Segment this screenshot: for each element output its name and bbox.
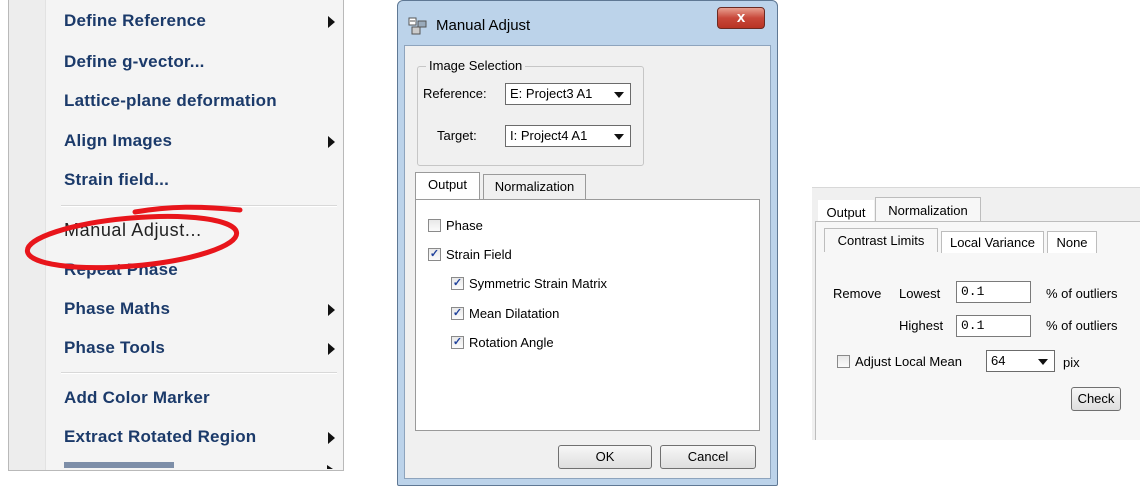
menu-separator [61,205,337,207]
normalization-panel: Output Normalization Contrast Limits Loc… [812,187,1140,440]
menu-item-cut-off [64,462,174,468]
cancel-button[interactable]: Cancel [660,445,756,469]
checkmark-icon: ✓ [428,248,441,261]
output-tab-panel: Phase ✓ Strain Field ✓ Symmetric Strain … [415,199,760,431]
tab-normalization[interactable]: Normalization [875,197,981,223]
menu-item-label: Phase Maths [64,299,171,318]
checkmark-icon: ✓ [451,336,464,349]
menu-icon-gutter [9,0,46,470]
highest-label: Highest [899,318,944,333]
lowest-label: Lowest [899,286,941,301]
tab-contrast-limits[interactable]: Contrast Limits [824,228,938,252]
menu-item-define-reference[interactable]: Define Reference [64,6,343,36]
checkmark-icon: ✓ [451,277,464,290]
pix-label: pix [1063,355,1080,370]
manual-adjust-dialog: Manual Adjust x Image Selection Referenc… [397,0,778,486]
checkbox-box [837,355,850,368]
checkbox-label: Phase [446,218,483,233]
tab-output[interactable]: Output [415,172,480,199]
submenu-arrow-icon [328,304,335,316]
menu-item-label: Lattice-plane deformation [64,91,277,110]
menu-item-label: Define g-vector... [64,52,205,71]
menu-item-extract-rotated-region[interactable]: Extract Rotated Region [64,422,343,452]
panel-top-border [812,187,1140,188]
dialog-titlebar[interactable]: Manual Adjust x [398,1,777,45]
menu-item-phase-maths[interactable]: Phase Maths [64,294,343,324]
menu-item-label: Align Images [64,131,173,150]
menu-item-define-g-vector[interactable]: Define g-vector... [64,47,343,77]
app-icon [408,17,427,35]
menu-item-align-images[interactable]: Align Images [64,126,343,156]
target-value: I: Project4 A1 [510,128,588,143]
context-menu: Define Reference Define g-vector... Latt… [8,0,344,471]
checkbox-label: Rotation Angle [469,335,554,350]
menu-item-label: Manual Adjust... [64,220,202,240]
check-button[interactable]: Check [1071,387,1121,411]
dialog-title: Manual Adjust [436,17,531,34]
menu-item-label: Repeat Phase [64,260,178,279]
tab-normalization[interactable]: Normalization [483,174,586,199]
local-mean-value: 64 [991,353,1006,368]
remove-label: Remove [833,286,882,301]
target-select[interactable]: I: Project4 A1 [505,125,631,147]
reference-label: Reference: [423,86,487,101]
chevron-down-icon [1038,359,1048,365]
submenu-arrow-icon [327,465,333,469]
normalization-tab-panel: Contrast Limits Local Variance None Remo… [815,221,1140,440]
menu-item-label: Strain field... [64,170,170,189]
chevron-down-icon [614,92,624,98]
group-legend: Image Selection [426,58,526,73]
checkbox-label: Adjust Local Mean [855,354,962,369]
menu-item-lattice-plane-deformation[interactable]: Lattice-plane deformation [64,86,343,116]
menu-item-repeat-phase[interactable]: Repeat Phase [64,255,343,285]
tab-none[interactable]: None [1047,231,1097,253]
menu-item-add-color-marker[interactable]: Add Color Marker [64,383,343,413]
menu-item-label: Define Reference [64,11,207,30]
submenu-arrow-icon [328,16,335,28]
menu-item-label: Phase Tools [64,338,166,357]
checkbox-label: Strain Field [446,247,512,262]
submenu-arrow-icon [328,343,335,355]
image-selection-group: Image Selection Reference: E: Project3 A… [417,58,644,166]
checkmark-icon: ✓ [451,307,464,320]
close-icon[interactable]: x [717,7,765,29]
lowest-input[interactable]: 0.1 [956,281,1031,303]
menu-item-phase-tools[interactable]: Phase Tools [64,333,343,363]
reference-select[interactable]: E: Project3 A1 [505,83,631,105]
submenu-arrow-icon [328,136,335,148]
menu-separator [61,372,337,374]
checkbox-box [428,219,441,232]
menu-item-manual-adjust[interactable]: Manual Adjust... [64,215,343,245]
highest-input[interactable]: 0.1 [956,315,1031,337]
menu-item-strain-field[interactable]: Strain field... [64,165,343,195]
reference-value: E: Project3 A1 [510,86,593,101]
outliers-label: % of outliers [1046,318,1118,333]
tab-local-variance[interactable]: Local Variance [941,231,1044,253]
chevron-down-icon [614,134,624,140]
checkbox-label: Mean Dilatation [469,306,560,321]
menu-item-label: Extract Rotated Region [64,427,257,446]
local-mean-select[interactable]: 64 [986,350,1055,372]
submenu-arrow-icon [328,432,335,444]
menu-item-label: Add Color Marker [64,388,210,407]
target-label: Target: [437,128,477,143]
checkbox-label: Symmetric Strain Matrix [469,276,607,291]
outliers-label: % of outliers [1046,286,1118,301]
ok-button[interactable]: OK [558,445,652,469]
